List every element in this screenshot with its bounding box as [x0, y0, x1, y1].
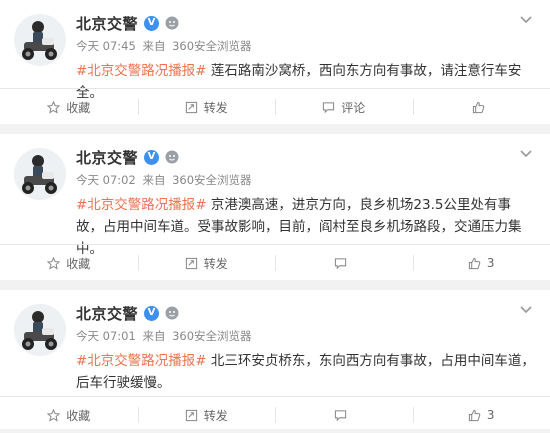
post-source: 360安全浏览器 — [172, 329, 251, 343]
repost-icon — [185, 257, 198, 270]
police-motorcycle-icon — [14, 304, 66, 356]
like-button[interactable] — [413, 89, 550, 125]
comment-label: 评论 — [341, 99, 365, 116]
action-bar: 收藏 转发 3 — [0, 396, 550, 433]
like-button[interactable]: 3 — [413, 245, 550, 281]
member-face-icon — [165, 306, 179, 320]
verified-icon: V — [144, 306, 159, 321]
repost-icon — [185, 409, 198, 422]
author-name[interactable]: 北京交警 — [76, 147, 138, 168]
like-button[interactable]: 3 — [413, 397, 550, 433]
police-motorcycle-icon — [14, 14, 66, 66]
member-face-icon — [165, 150, 179, 164]
weibo-feed: 北京交警 V 今天 07:45 来自 360安全浏览器 #北京交警路况播报# 莲… — [0, 0, 550, 429]
source-prefix: 来自 — [142, 173, 165, 187]
author-name[interactable]: 北京交警 — [76, 13, 138, 34]
action-bar: 收藏 转发 3 — [0, 244, 550, 281]
avatar[interactable] — [14, 304, 66, 356]
favorite-label: 收藏 — [66, 255, 90, 272]
comment-icon — [334, 409, 347, 422]
repost-label: 转发 — [204, 407, 228, 424]
chevron-down-icon[interactable] — [518, 148, 534, 160]
comment-icon — [322, 101, 335, 114]
source-prefix: 来自 — [142, 329, 165, 343]
repost-label: 转发 — [204, 99, 228, 116]
star-icon — [47, 409, 60, 422]
post-meta: 今天 07:45 来自 360安全浏览器 — [76, 38, 255, 54]
topic-link[interactable]: #北京交警路况播报# — [76, 63, 207, 79]
police-motorcycle-icon — [14, 148, 66, 200]
like-count: 3 — [487, 256, 495, 270]
like-count: 3 — [487, 408, 495, 422]
comment-button[interactable] — [275, 397, 413, 433]
thumbs-up-icon — [468, 257, 481, 270]
repost-label: 转发 — [204, 255, 228, 272]
post-card: 北京交警 V 今天 07:01 来自 360安全浏览器 #北京交警路况播报# 北… — [0, 290, 550, 429]
repost-button[interactable]: 转发 — [138, 89, 276, 125]
favorite-label: 收藏 — [66, 407, 90, 424]
topic-link[interactable]: #北京交警路况播报# — [76, 353, 207, 369]
post-content: #北京交警路况播报# 北三环安贞桥东，东向西方向有事故，占用中间车道，后车行驶缓… — [76, 350, 536, 394]
comment-button[interactable] — [275, 245, 413, 281]
avatar[interactable] — [14, 148, 66, 200]
post-time[interactable]: 今天 07:45 — [76, 39, 136, 53]
repost-icon — [185, 101, 198, 114]
avatar[interactable] — [14, 14, 66, 66]
star-icon — [47, 101, 60, 114]
favorite-label: 收藏 — [66, 99, 90, 116]
thumbs-up-icon — [468, 409, 481, 422]
post-meta: 今天 07:01 来自 360安全浏览器 — [76, 328, 255, 344]
chevron-down-icon[interactable] — [518, 14, 534, 26]
source-prefix: 来自 — [142, 39, 165, 53]
repost-button[interactable]: 转发 — [138, 245, 276, 281]
topic-link[interactable]: #北京交警路况播报# — [76, 197, 207, 213]
post-card: 北京交警 V 今天 07:45 来自 360安全浏览器 #北京交警路况播报# 莲… — [0, 0, 550, 124]
member-face-icon — [165, 16, 179, 30]
author-name[interactable]: 北京交警 — [76, 303, 138, 324]
chevron-down-icon[interactable] — [518, 304, 534, 316]
verified-icon: V — [144, 150, 159, 165]
star-icon — [47, 257, 60, 270]
post-time[interactable]: 今天 07:01 — [76, 329, 136, 343]
favorite-button[interactable]: 收藏 — [0, 245, 138, 281]
comment-icon — [334, 257, 347, 270]
favorite-button[interactable]: 收藏 — [0, 89, 138, 125]
repost-button[interactable]: 转发 — [138, 397, 276, 433]
post-source: 360安全浏览器 — [172, 173, 251, 187]
post-source: 360安全浏览器 — [172, 39, 251, 53]
favorite-button[interactable]: 收藏 — [0, 397, 138, 433]
post-time[interactable]: 今天 07:02 — [76, 173, 136, 187]
verified-icon: V — [144, 16, 159, 31]
comment-button[interactable]: 评论 — [275, 89, 413, 125]
thumbs-up-icon — [472, 101, 485, 114]
post-card: 北京交警 V 今天 07:02 来自 360安全浏览器 #北京交警路况播报# 京… — [0, 134, 550, 280]
action-bar: 收藏 转发 评论 — [0, 88, 550, 125]
post-meta: 今天 07:02 来自 360安全浏览器 — [76, 172, 255, 188]
